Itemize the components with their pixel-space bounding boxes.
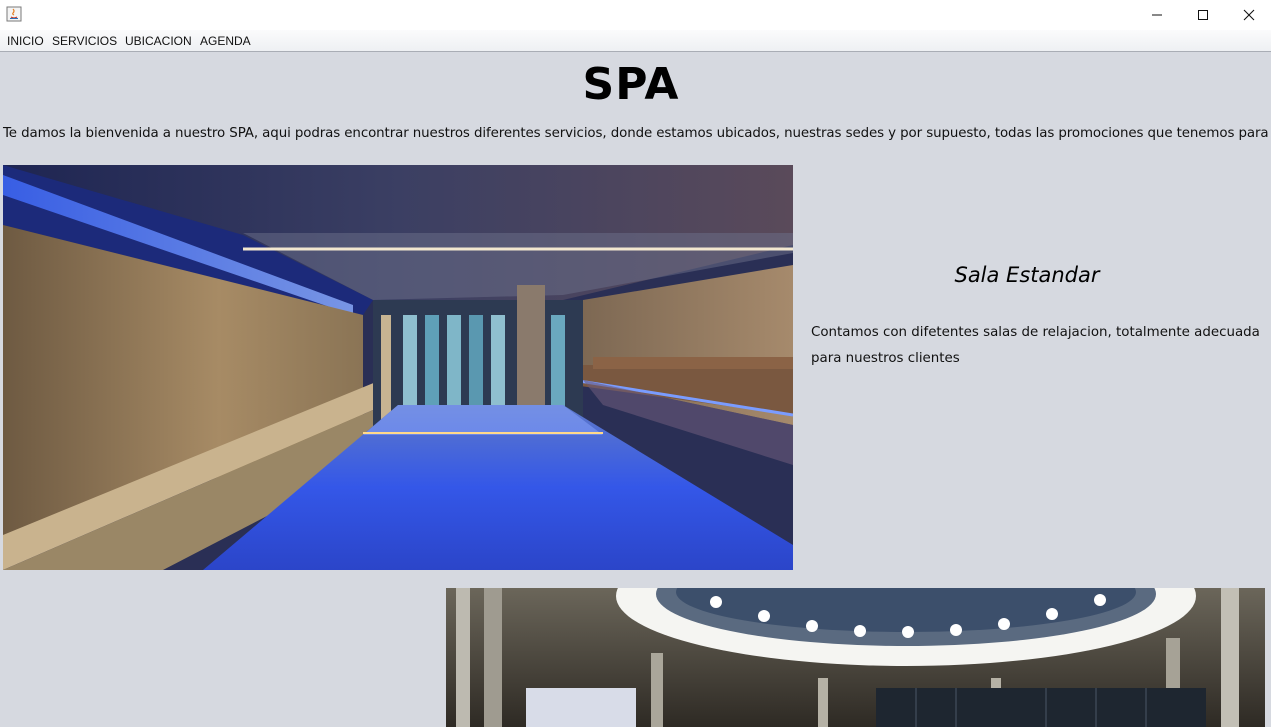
page-title: SPA bbox=[582, 59, 680, 110]
close-button[interactable] bbox=[1226, 0, 1271, 30]
menu-item-servicios[interactable]: SERVICIOS bbox=[52, 34, 117, 48]
window-titlebar bbox=[0, 0, 1271, 30]
close-icon bbox=[1243, 9, 1255, 21]
menu-item-inicio[interactable]: INICIO bbox=[7, 34, 44, 48]
maximize-icon bbox=[1198, 10, 1208, 20]
minimize-icon bbox=[1152, 14, 1162, 16]
room-description: Contamos con difetentes salas de relajac… bbox=[811, 325, 1260, 366]
menu-item-agenda[interactable]: AGENDA bbox=[200, 34, 251, 48]
maximize-button[interactable] bbox=[1180, 0, 1226, 30]
java-app-icon bbox=[6, 6, 22, 22]
menu-item-ubicacion[interactable]: UBICACION bbox=[125, 34, 192, 48]
intro-text: Te damos la bienvenida a nuestro SPA, aq… bbox=[3, 126, 1271, 141]
pool-room-photo bbox=[3, 165, 793, 570]
dome-hall-photo bbox=[446, 588, 1265, 727]
menu-bar: INICIO SERVICIOS UBICACION AGENDA bbox=[0, 30, 1271, 52]
content-area: SPA Te damos la bienvenida a nuestro SPA… bbox=[0, 53, 1271, 727]
minimize-button[interactable] bbox=[1134, 0, 1180, 30]
room-title: Sala Estandar bbox=[954, 263, 1100, 287]
